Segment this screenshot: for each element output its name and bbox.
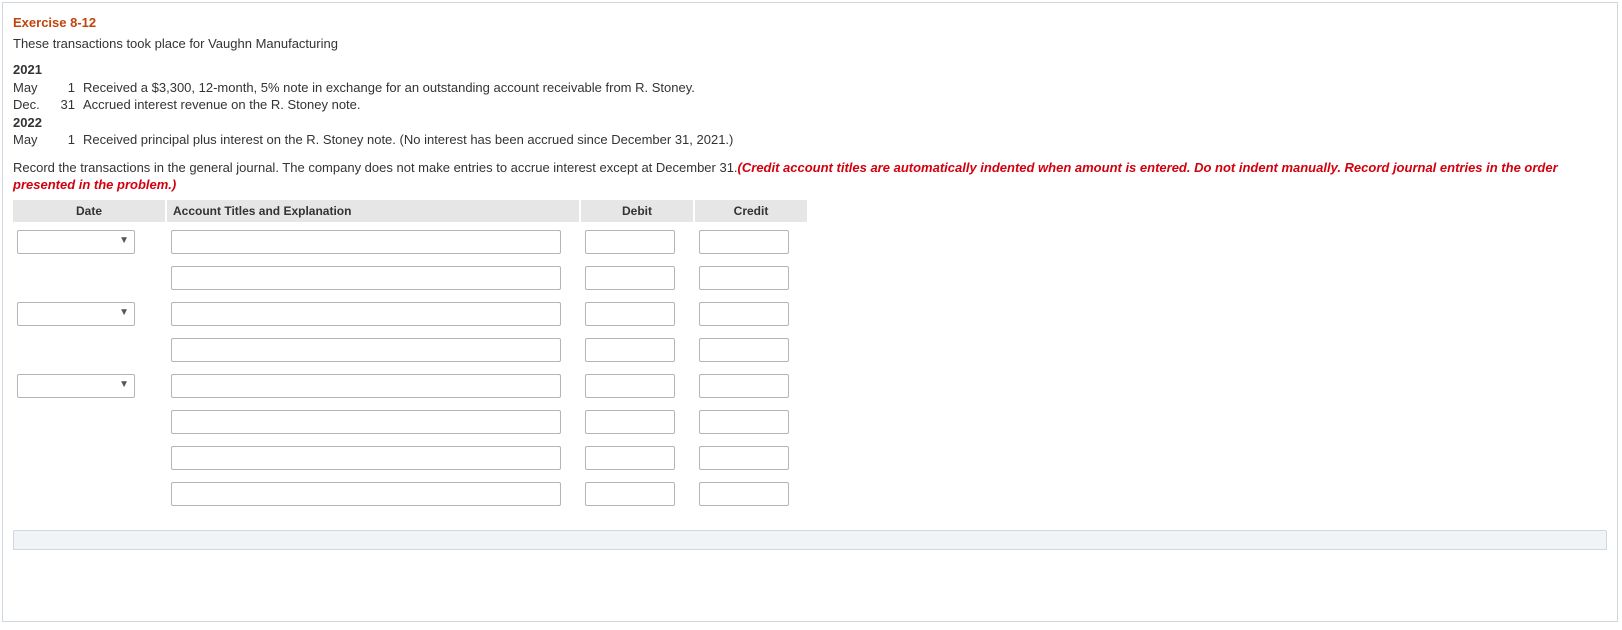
journal-row (13, 440, 809, 476)
cell-date: ▼ (13, 296, 167, 332)
cell-debit (581, 404, 695, 440)
date-select[interactable] (17, 302, 135, 326)
cell-date (13, 260, 167, 296)
debit-input[interactable] (585, 230, 675, 254)
cell-credit (695, 476, 809, 512)
date-select[interactable] (17, 230, 135, 254)
credit-input[interactable] (699, 374, 789, 398)
cell-date (13, 404, 167, 440)
cell-debit (581, 260, 695, 296)
cell-credit (695, 332, 809, 368)
year-label: 2021 (13, 61, 739, 79)
exercise-frame: Exercise 8-12 These transactions took pl… (2, 2, 1618, 622)
transactions-table: 2021 May 1 Received a $3,300, 12-month, … (13, 61, 739, 149)
account-input[interactable] (171, 446, 561, 470)
debit-input[interactable] (585, 410, 675, 434)
cell-credit (695, 368, 809, 404)
cell-acct (167, 260, 581, 296)
account-input[interactable] (171, 230, 561, 254)
cell-date (13, 332, 167, 368)
account-input[interactable] (171, 338, 561, 362)
account-input[interactable] (171, 266, 561, 290)
cell-debit (581, 440, 695, 476)
cell-debit (581, 368, 695, 404)
credit-input[interactable] (699, 302, 789, 326)
tx-month: May (13, 131, 53, 149)
cell-acct (167, 332, 581, 368)
cell-credit (695, 440, 809, 476)
tx-month: May (13, 79, 53, 97)
credit-input[interactable] (699, 482, 789, 506)
credit-input[interactable] (699, 338, 789, 362)
debit-input[interactable] (585, 482, 675, 506)
date-select[interactable] (17, 374, 135, 398)
tx-desc: Received a $3,300, 12-month, 5% note in … (83, 79, 739, 97)
credit-input[interactable] (699, 266, 789, 290)
tx-day: 1 (53, 79, 83, 97)
debit-input[interactable] (585, 302, 675, 326)
transaction-row: May 1 Received principal plus interest o… (13, 131, 739, 149)
tx-day: 1 (53, 131, 83, 149)
year-label: 2022 (13, 114, 739, 132)
cell-date: ▼ (13, 368, 167, 404)
cell-acct (167, 224, 581, 260)
debit-input[interactable] (585, 266, 675, 290)
journal-row: ▼ (13, 368, 809, 404)
journal-row: ▼ (13, 296, 809, 332)
cell-acct (167, 296, 581, 332)
journal-table: Date Account Titles and Explanation Debi… (13, 200, 809, 512)
account-input[interactable] (171, 374, 561, 398)
cell-credit (695, 260, 809, 296)
journal-row (13, 476, 809, 512)
account-input[interactable] (171, 482, 561, 506)
cell-debit (581, 296, 695, 332)
cell-date: ▼ (13, 224, 167, 260)
cell-acct (167, 368, 581, 404)
cell-credit (695, 404, 809, 440)
col-header-date: Date (13, 200, 167, 224)
journal-row (13, 260, 809, 296)
tx-day: 31 (53, 96, 83, 114)
cell-debit (581, 332, 695, 368)
tx-month: Dec. (13, 96, 53, 114)
tx-desc: Accrued interest revenue on the R. Stone… (83, 96, 739, 114)
prompt-text: Record the transactions in the general j… (13, 159, 1607, 194)
debit-input[interactable] (585, 446, 675, 470)
credit-input[interactable] (699, 446, 789, 470)
transaction-row: Dec. 31 Accrued interest revenue on the … (13, 96, 739, 114)
journal-row (13, 404, 809, 440)
cell-credit (695, 296, 809, 332)
footer-bar (13, 530, 1607, 550)
exercise-title: Exercise 8-12 (13, 15, 1607, 30)
cell-credit (695, 224, 809, 260)
cell-date (13, 476, 167, 512)
account-input[interactable] (171, 410, 561, 434)
account-input[interactable] (171, 302, 561, 326)
credit-input[interactable] (699, 410, 789, 434)
transaction-row: May 1 Received a $3,300, 12-month, 5% no… (13, 79, 739, 97)
credit-input[interactable] (699, 230, 789, 254)
journal-row: ▼ (13, 224, 809, 260)
cell-debit (581, 476, 695, 512)
journal-row (13, 332, 809, 368)
col-header-credit: Credit (695, 200, 809, 224)
cell-acct (167, 440, 581, 476)
cell-date (13, 440, 167, 476)
col-header-acct: Account Titles and Explanation (167, 200, 581, 224)
cell-acct (167, 476, 581, 512)
col-header-debit: Debit (581, 200, 695, 224)
tx-desc: Received principal plus interest on the … (83, 131, 739, 149)
prompt-plain: Record the transactions in the general j… (13, 160, 738, 175)
cell-debit (581, 224, 695, 260)
cell-acct (167, 404, 581, 440)
intro-text: These transactions took place for Vaughn… (13, 36, 1607, 51)
debit-input[interactable] (585, 374, 675, 398)
debit-input[interactable] (585, 338, 675, 362)
